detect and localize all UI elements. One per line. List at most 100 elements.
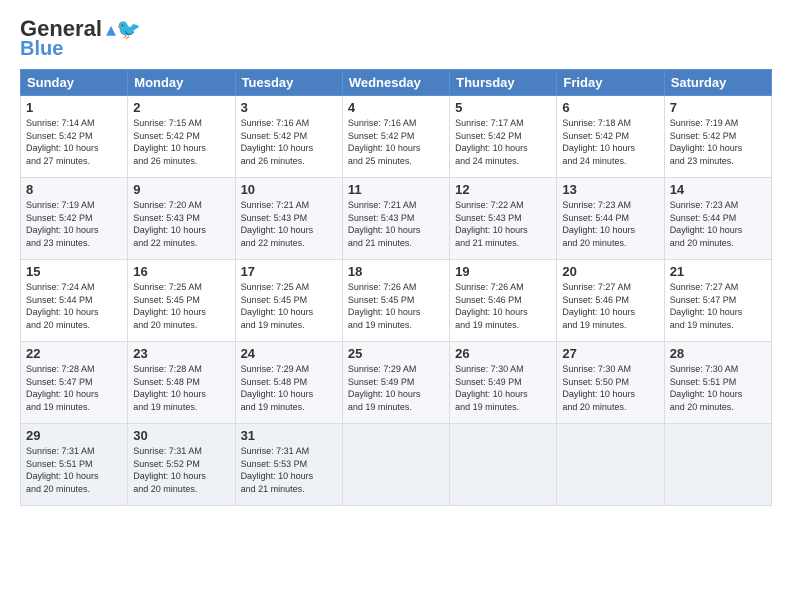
calendar-cell: 27Sunrise: 7:30 AM Sunset: 5:50 PM Dayli…	[557, 342, 664, 424]
logo-bird-icon: ▴🐦	[106, 17, 141, 42]
day-info: Sunrise: 7:29 AM Sunset: 5:49 PM Dayligh…	[348, 363, 444, 413]
calendar-cell: 10Sunrise: 7:21 AM Sunset: 5:43 PM Dayli…	[235, 178, 342, 260]
week-row-2: 8 Sunrise: 7:19 AM Sunset: 5:42 PM Daylig…	[21, 178, 772, 260]
day-info: Sunrise: 7:28 AM Sunset: 5:48 PM Dayligh…	[133, 363, 229, 413]
calendar-cell: 7Sunrise: 7:19 AM Sunset: 5:42 PM Daylig…	[664, 96, 771, 178]
day-number: 16	[133, 264, 229, 279]
calendar-cell: 22Sunrise: 7:28 AM Sunset: 5:47 PM Dayli…	[21, 342, 128, 424]
calendar-cell: 4Sunrise: 7:16 AM Sunset: 5:42 PM Daylig…	[342, 96, 449, 178]
day-number: 1	[26, 100, 122, 115]
calendar-cell: 8 Sunrise: 7:19 AM Sunset: 5:42 PM Daylig…	[21, 178, 128, 260]
calendar-cell: 12Sunrise: 7:22 AM Sunset: 5:43 PM Dayli…	[450, 178, 557, 260]
calendar-cell: 1 Sunrise: 7:14 AM Sunset: 5:42 PM Daylig…	[21, 96, 128, 178]
calendar-cell: 14 Sunrise: 7:23 AM Sunset: 5:44 PM Dayli…	[664, 178, 771, 260]
logo: General ▴🐦 Blue	[20, 16, 141, 61]
day-number: 18	[348, 264, 444, 279]
calendar-cell: 17 Sunrise: 7:25 AM Sunset: 5:45 PM Dayli…	[235, 260, 342, 342]
day-number: 29	[26, 428, 122, 443]
day-info: Sunrise: 7:19 AM Sunset: 5:42 PM Dayligh…	[26, 199, 122, 249]
calendar-cell: 9 Sunrise: 7:20 AM Sunset: 5:43 PM Daylig…	[128, 178, 235, 260]
calendar-cell: 20 Sunrise: 7:27 AM Sunset: 5:46 PM Dayli…	[557, 260, 664, 342]
calendar-cell: 24 Sunrise: 7:29 AM Sunset: 5:48 PM Dayli…	[235, 342, 342, 424]
calendar-table: SundayMondayTuesdayWednesdayThursdayFrid…	[20, 69, 772, 506]
day-info: Sunrise: 7:16 AM Sunset: 5:42 PM Dayligh…	[348, 117, 444, 167]
day-number: 26	[455, 346, 551, 361]
day-number: 15	[26, 264, 122, 279]
day-number: 13	[562, 182, 658, 197]
main-container: General ▴🐦 Blue SundayMondayTuesdayWedne…	[0, 0, 792, 516]
day-info: Sunrise: 7:26 AM Sunset: 5:46 PM Dayligh…	[455, 281, 551, 331]
day-info: Sunrise: 7:23 AM Sunset: 5:44 PM Dayligh…	[670, 199, 766, 249]
day-number: 22	[26, 346, 122, 361]
day-info: Sunrise: 7:23 AM Sunset: 5:44 PM Dayligh…	[562, 199, 658, 249]
calendar-cell: 25 Sunrise: 7:29 AM Sunset: 5:49 PM Dayli…	[342, 342, 449, 424]
day-info: Sunrise: 7:20 AM Sunset: 5:43 PM Dayligh…	[133, 199, 229, 249]
calendar-cell: 31Sunrise: 7:31 AM Sunset: 5:53 PM Dayli…	[235, 424, 342, 506]
day-number: 7	[670, 100, 766, 115]
calendar-cell: 23 Sunrise: 7:28 AM Sunset: 5:48 PM Dayli…	[128, 342, 235, 424]
calendar-cell: 30Sunrise: 7:31 AM Sunset: 5:52 PM Dayli…	[128, 424, 235, 506]
week-row-4: 22Sunrise: 7:28 AM Sunset: 5:47 PM Dayli…	[21, 342, 772, 424]
day-number: 20	[562, 264, 658, 279]
day-info: Sunrise: 7:27 AM Sunset: 5:46 PM Dayligh…	[562, 281, 658, 331]
day-info: Sunrise: 7:25 AM Sunset: 5:45 PM Dayligh…	[241, 281, 337, 331]
day-number: 6	[562, 100, 658, 115]
header-cell-sunday: Sunday	[21, 70, 128, 96]
day-info: Sunrise: 7:18 AM Sunset: 5:42 PM Dayligh…	[562, 117, 658, 167]
day-number: 11	[348, 182, 444, 197]
week-row-1: 1 Sunrise: 7:14 AM Sunset: 5:42 PM Daylig…	[21, 96, 772, 178]
day-info: Sunrise: 7:30 AM Sunset: 5:49 PM Dayligh…	[455, 363, 551, 413]
day-info: Sunrise: 7:24 AM Sunset: 5:44 PM Dayligh…	[26, 281, 122, 331]
calendar-cell	[664, 424, 771, 506]
day-info: Sunrise: 7:21 AM Sunset: 5:43 PM Dayligh…	[348, 199, 444, 249]
day-info: Sunrise: 7:31 AM Sunset: 5:52 PM Dayligh…	[133, 445, 229, 495]
day-number: 28	[670, 346, 766, 361]
day-info: Sunrise: 7:16 AM Sunset: 5:42 PM Dayligh…	[241, 117, 337, 167]
day-number: 3	[241, 100, 337, 115]
calendar-cell: 16 Sunrise: 7:25 AM Sunset: 5:45 PM Dayli…	[128, 260, 235, 342]
day-number: 14	[670, 182, 766, 197]
day-number: 25	[348, 346, 444, 361]
calendar-cell: 28 Sunrise: 7:30 AM Sunset: 5:51 PM Dayli…	[664, 342, 771, 424]
header-row: SundayMondayTuesdayWednesdayThursdayFrid…	[21, 70, 772, 96]
day-number: 24	[241, 346, 337, 361]
logo-blue: Blue	[20, 38, 63, 61]
calendar-cell: 6 Sunrise: 7:18 AM Sunset: 5:42 PM Daylig…	[557, 96, 664, 178]
calendar-cell: 2 Sunrise: 7:15 AM Sunset: 5:42 PM Daylig…	[128, 96, 235, 178]
header-cell-saturday: Saturday	[664, 70, 771, 96]
day-number: 23	[133, 346, 229, 361]
day-info: Sunrise: 7:31 AM Sunset: 5:51 PM Dayligh…	[26, 445, 122, 495]
day-info: Sunrise: 7:30 AM Sunset: 5:51 PM Dayligh…	[670, 363, 766, 413]
calendar-cell: 15 Sunrise: 7:24 AM Sunset: 5:44 PM Dayli…	[21, 260, 128, 342]
day-info: Sunrise: 7:27 AM Sunset: 5:47 PM Dayligh…	[670, 281, 766, 331]
day-number: 31	[241, 428, 337, 443]
header-cell-monday: Monday	[128, 70, 235, 96]
header-cell-wednesday: Wednesday	[342, 70, 449, 96]
day-info: Sunrise: 7:15 AM Sunset: 5:42 PM Dayligh…	[133, 117, 229, 167]
day-number: 9	[133, 182, 229, 197]
day-info: Sunrise: 7:17 AM Sunset: 5:42 PM Dayligh…	[455, 117, 551, 167]
day-info: Sunrise: 7:14 AM Sunset: 5:42 PM Dayligh…	[26, 117, 122, 167]
calendar-cell	[342, 424, 449, 506]
day-number: 21	[670, 264, 766, 279]
day-number: 2	[133, 100, 229, 115]
calendar-cell	[557, 424, 664, 506]
calendar-cell: 21 Sunrise: 7:27 AM Sunset: 5:47 PM Dayli…	[664, 260, 771, 342]
calendar-cell: 13 Sunrise: 7:23 AM Sunset: 5:44 PM Dayli…	[557, 178, 664, 260]
day-info: Sunrise: 7:22 AM Sunset: 5:43 PM Dayligh…	[455, 199, 551, 249]
day-number: 27	[562, 346, 658, 361]
day-number: 8	[26, 182, 122, 197]
header-cell-friday: Friday	[557, 70, 664, 96]
day-number: 19	[455, 264, 551, 279]
header-cell-thursday: Thursday	[450, 70, 557, 96]
calendar-cell: 18Sunrise: 7:26 AM Sunset: 5:45 PM Dayli…	[342, 260, 449, 342]
calendar-cell: 3 Sunrise: 7:16 AM Sunset: 5:42 PM Daylig…	[235, 96, 342, 178]
day-info: Sunrise: 7:21 AM Sunset: 5:43 PM Dayligh…	[241, 199, 337, 249]
calendar-cell: 5Sunrise: 7:17 AM Sunset: 5:42 PM Daylig…	[450, 96, 557, 178]
day-info: Sunrise: 7:25 AM Sunset: 5:45 PM Dayligh…	[133, 281, 229, 331]
week-row-3: 15 Sunrise: 7:24 AM Sunset: 5:44 PM Dayli…	[21, 260, 772, 342]
calendar-cell: 29 Sunrise: 7:31 AM Sunset: 5:51 PM Dayli…	[21, 424, 128, 506]
calendar-cell	[450, 424, 557, 506]
day-number: 17	[241, 264, 337, 279]
day-info: Sunrise: 7:29 AM Sunset: 5:48 PM Dayligh…	[241, 363, 337, 413]
